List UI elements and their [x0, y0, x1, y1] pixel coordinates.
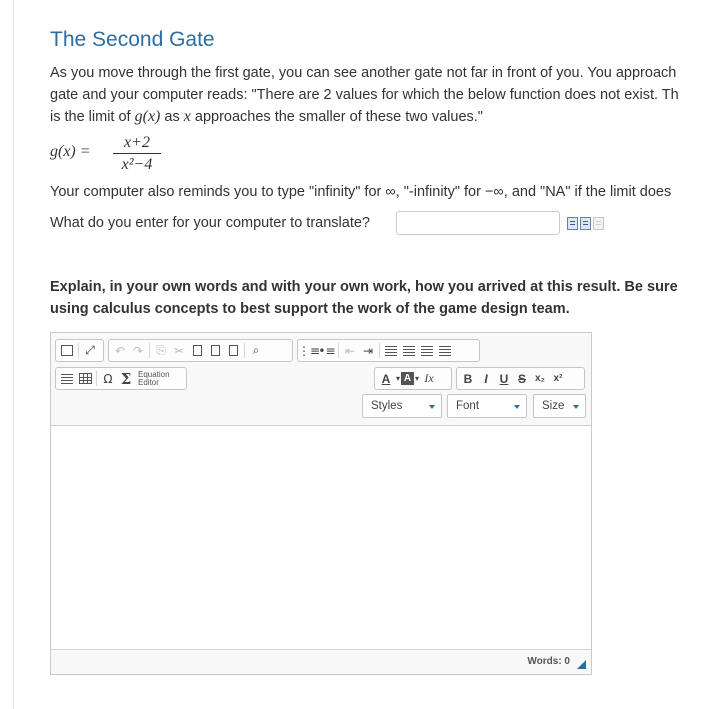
paste-word-icon[interactable] — [224, 342, 242, 360]
intro-math-gx: g(x) — [134, 108, 161, 125]
intro-line-2: gate and your computer reads: "There are… — [50, 87, 679, 103]
help-doc-icon[interactable] — [593, 217, 604, 230]
explain-line-2: using calculus concepts to best support … — [50, 301, 570, 317]
formula-fraction: x+2 x²−4 — [113, 134, 161, 174]
toolbar-group-paragraph: ⋮≡ •≡ ⇤ ⇥ — [297, 339, 480, 362]
italic-button[interactable]: I — [477, 370, 495, 388]
intro-line-3-part-2: as — [160, 109, 184, 125]
chevron-down-icon — [514, 405, 520, 409]
toolbar-separator — [244, 343, 245, 358]
toolbar-group-colors: A ▾ A ▾ Ix — [374, 367, 452, 390]
subscript-button[interactable]: x₂ — [531, 370, 549, 388]
toolbar-group-insert: Ω Σ Equation Editor — [55, 367, 187, 390]
copy-icon[interactable]: ⎘ — [152, 342, 170, 360]
formula-lhs: g(x) = — [50, 143, 91, 160]
font-dropdown-label: Font — [456, 400, 480, 412]
intro-line-3-part-1: is the limit of — [50, 109, 135, 125]
underline-button[interactable]: U — [495, 370, 513, 388]
styles-dropdown[interactable]: Styles — [362, 394, 442, 418]
word-count: Words: 0 — [527, 656, 570, 667]
sigma-icon[interactable]: Σ — [117, 370, 135, 388]
align-left-icon[interactable] — [382, 342, 400, 360]
formula-numerator: x+2 — [124, 134, 150, 151]
source-icon[interactable] — [58, 342, 76, 360]
answer-input[interactable] — [396, 211, 560, 235]
horizontal-line-icon[interactable] — [58, 370, 76, 388]
editor-toolbar: ⤢ ↶ ↷ ⎘ ✂ ⌕ ⋮≡ •≡ ⇤ ⇥ Ω Σ Equation Edito… — [51, 333, 591, 426]
paste-text-icon[interactable] — [206, 342, 224, 360]
format-icon[interactable] — [580, 217, 591, 230]
editor-body[interactable] — [51, 426, 591, 651]
table-icon[interactable] — [76, 370, 94, 388]
cut-icon[interactable]: ✂ — [170, 342, 188, 360]
find-icon[interactable]: ⌕ — [247, 342, 265, 360]
reminder-text: Your computer also reminds you to type "… — [50, 184, 672, 200]
remove-format-button[interactable]: Ix — [420, 370, 438, 388]
redo-icon[interactable]: ↷ — [129, 342, 147, 360]
question-prompt: What do you enter for your computer to t… — [50, 215, 370, 231]
align-center-icon[interactable] — [400, 342, 418, 360]
preview-icon[interactable] — [567, 217, 578, 230]
equation-editor-label-2: Editor — [138, 377, 159, 387]
size-dropdown-label: Size — [542, 400, 565, 412]
strikethrough-button[interactable]: S — [513, 370, 531, 388]
text-color-button[interactable]: A — [377, 370, 395, 388]
toolbar-group-basic-styles: B I U S x₂ x² — [456, 367, 585, 390]
bold-button[interactable]: B — [459, 370, 477, 388]
toolbar-group-clipboard: ↶ ↷ ⎘ ✂ ⌕ — [108, 339, 293, 362]
intro-line-1: As you move through the first gate, you … — [50, 65, 677, 81]
numbered-list-icon[interactable]: ⋮≡ — [298, 342, 320, 360]
editor-statusbar: Words: 0 — [51, 649, 591, 674]
toolbar-separator — [78, 343, 79, 358]
size-dropdown[interactable]: Size — [533, 394, 586, 418]
formula-denominator: x²−4 — [121, 156, 153, 173]
maximize-icon[interactable]: ⤢ — [81, 342, 99, 360]
justify-icon[interactable] — [436, 342, 454, 360]
align-right-icon[interactable] — [418, 342, 436, 360]
intro-paragraph: As you move through the first gate, you … — [50, 62, 725, 128]
fraction-bar — [113, 153, 161, 154]
omega-icon[interactable]: Ω — [99, 370, 117, 388]
toolbar-separator — [338, 343, 339, 358]
intro-line-3: is the limit of g(x) as x approaches the… — [50, 106, 725, 128]
toolbar-separator — [149, 343, 150, 358]
explain-line-1: Explain, in your own words and with your… — [50, 279, 678, 295]
intro-math-x: x — [183, 108, 191, 125]
page-left-border — [13, 0, 14, 709]
toolbar-separator — [96, 371, 97, 386]
superscript-button[interactable]: x² — [549, 370, 567, 388]
answer-tools — [567, 217, 604, 230]
toolbar-separator — [379, 343, 380, 358]
undo-icon[interactable]: ↶ — [111, 342, 129, 360]
page-title: The Second Gate — [50, 28, 215, 51]
intro-line-3-part-3: approaches the smaller of these two valu… — [190, 109, 483, 125]
chevron-down-icon — [429, 405, 435, 409]
bulleted-list-icon[interactable]: •≡ — [318, 342, 336, 360]
background-color-button[interactable]: A — [401, 372, 414, 385]
chevron-down-icon — [573, 405, 579, 409]
explain-prompt: Explain, in your own words and with your… — [50, 276, 725, 320]
resize-handle-icon[interactable] — [577, 660, 586, 669]
indent-icon[interactable]: ⇥ — [359, 342, 377, 360]
rich-text-editor: ⤢ ↶ ↷ ⎘ ✂ ⌕ ⋮≡ •≡ ⇤ ⇥ Ω Σ Equation Edito… — [50, 332, 592, 675]
outdent-icon[interactable]: ⇤ — [341, 342, 359, 360]
font-dropdown[interactable]: Font — [447, 394, 527, 418]
styles-dropdown-label: Styles — [371, 400, 403, 412]
equation-editor-button[interactable]: Equation Editor — [135, 370, 174, 387]
paste-icon[interactable] — [188, 342, 206, 360]
toolbar-group-document: ⤢ — [55, 339, 104, 362]
